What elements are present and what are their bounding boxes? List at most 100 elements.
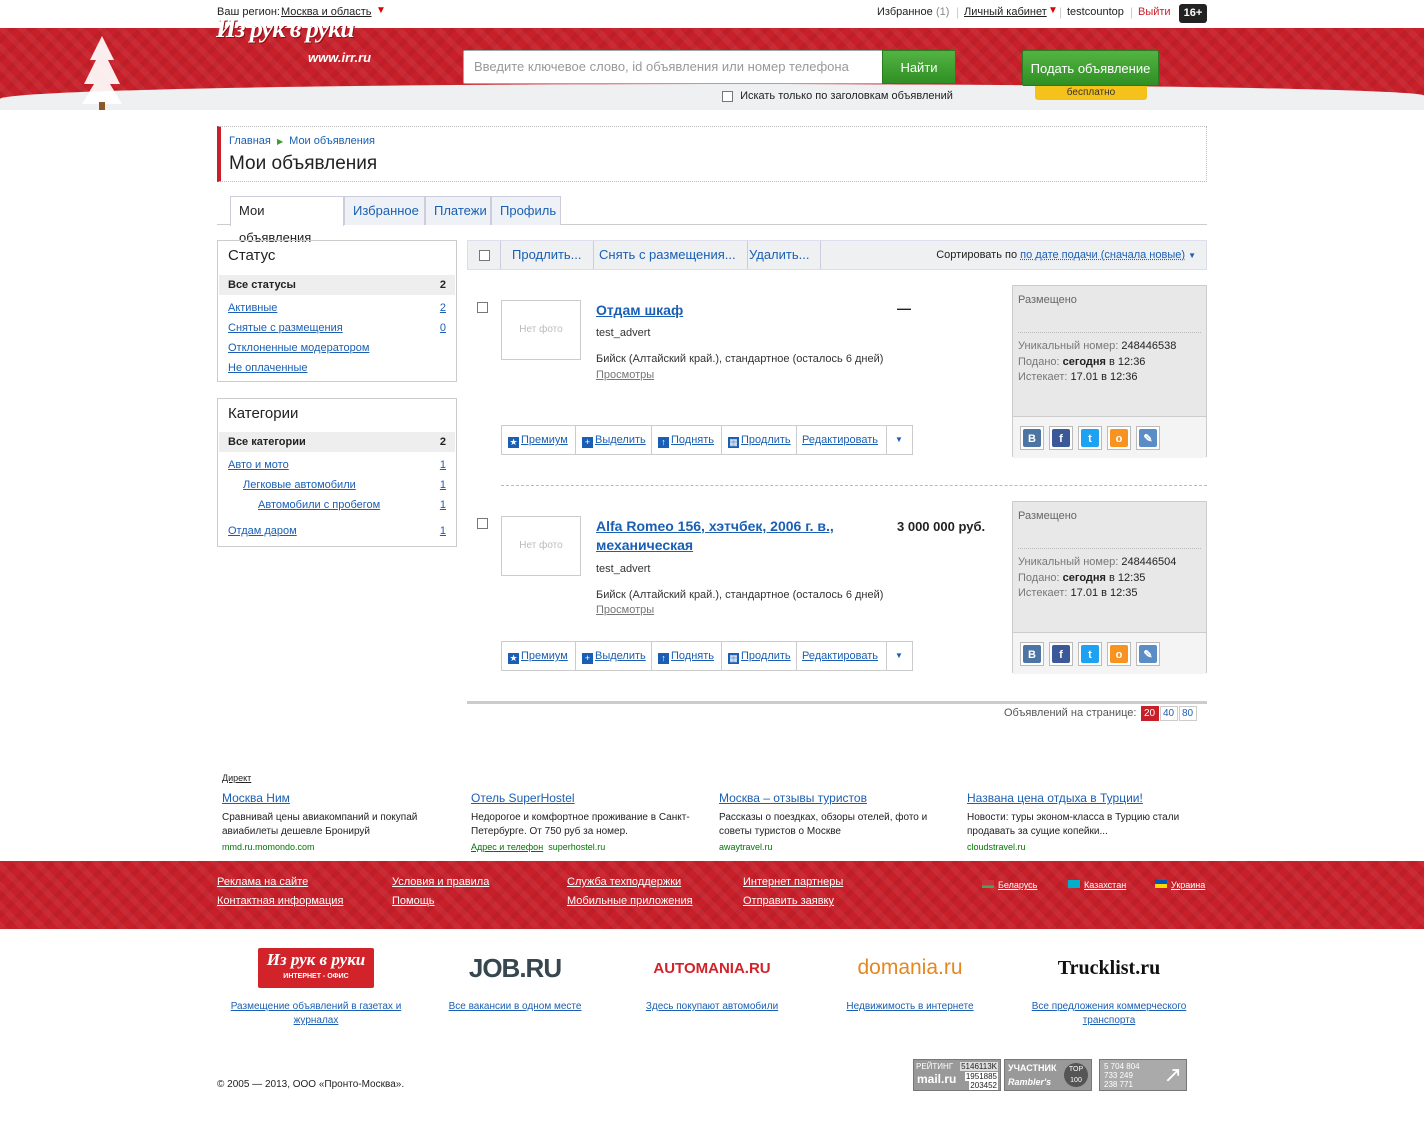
divider: | xyxy=(1130,5,1134,19)
ad-checkbox[interactable] xyxy=(477,516,488,530)
username[interactable]: testcountop xyxy=(1067,6,1124,18)
site-logo[interactable]: Из рук в руки www.irr.ru xyxy=(216,14,384,72)
partner-trucklist[interactable]: Trucklist.ru Все предложения коммерческо… xyxy=(1018,948,1200,1028)
livejournal-icon[interactable]: ✎ xyxy=(1136,642,1160,666)
footer-link[interactable]: Отправить заявку xyxy=(743,895,834,907)
edit-button[interactable]: Редактировать xyxy=(797,642,887,670)
titles-only-option[interactable]: Искать только по заголовкам объявлений xyxy=(722,90,953,102)
tab-bar: Мои объявления Избранное Платежи Профиль xyxy=(217,196,1207,245)
ad-views-link[interactable]: Просмотры xyxy=(596,369,654,381)
partner-automania[interactable]: AUTOMANIA.RU Здесь покупают автомобили xyxy=(636,948,788,1014)
raise-button[interactable]: ↑ Поднять xyxy=(652,642,722,670)
select-all[interactable] xyxy=(468,241,501,269)
mail-rating-counter[interactable]: РЕЙТИНГ mail.ru 5146113K 1951885 203452 xyxy=(913,1059,1001,1091)
status-item-unpaid[interactable]: Не оплаченные xyxy=(228,358,446,378)
favorites-link[interactable]: Избранное xyxy=(877,6,933,18)
rambler-top100-counter[interactable]: УЧАСТНИК Rambler's TOP 100 xyxy=(1004,1059,1092,1091)
more-dropdown-icon[interactable]: ▼ xyxy=(887,642,912,670)
cabinet-link[interactable]: Личный кабинет xyxy=(964,6,1047,18)
status-item-removed[interactable]: Снятые с размещения 0 xyxy=(228,318,446,338)
sort-control[interactable]: Сортировать по по дате подачи (сначала н… xyxy=(936,249,1196,261)
footer-link[interactable]: Контактная информация xyxy=(217,895,343,907)
find-button[interactable]: Найти xyxy=(882,50,956,84)
highlight-button[interactable]: + Выделить xyxy=(576,642,652,670)
ad-checkbox[interactable] xyxy=(477,300,488,314)
sort-dropdown[interactable]: по дате подачи (сначала новые) xyxy=(1020,249,1185,261)
raise-button[interactable]: ↑ Поднять xyxy=(652,426,722,454)
prolong-button[interactable]: Продлить... xyxy=(501,241,594,269)
top-bar: Ваш регион: Москва и область ▼ Избранное… xyxy=(0,0,1424,28)
tab-my-ads[interactable]: Мои объявления xyxy=(230,196,344,245)
per-page-20[interactable]: 20 xyxy=(1140,706,1159,721)
ad-toolbar: ★ Премиум + Выделить ↑ Поднять ▦ Продлить Ре… xyxy=(501,641,913,671)
footer-link[interactable]: Интернет партнеры xyxy=(743,876,843,888)
footer-link[interactable]: Реклама на сайте xyxy=(217,876,308,888)
livejournal-icon[interactable]: ✎ xyxy=(1136,426,1160,450)
premium-button[interactable]: ★ Премиум xyxy=(502,642,576,670)
premium-button[interactable]: ★ Премиум xyxy=(502,426,576,454)
direct-ad[interactable]: Москва – отзывы туристов Рассказы о поезд… xyxy=(719,791,949,852)
status-item-all[interactable]: Все статусы 2 xyxy=(219,275,455,295)
twitter-icon[interactable]: t xyxy=(1078,426,1102,450)
edit-button[interactable]: Редактировать xyxy=(797,426,887,454)
partner-irr[interactable]: Из рук в руки ИНТЕРНЕТ - ОФИС Размещение… xyxy=(222,948,410,1028)
vk-icon[interactable]: В xyxy=(1020,642,1044,666)
ad-title[interactable]: Alfa Romeo 156, хэтчбек, 2006 г. в., мех… xyxy=(596,517,861,555)
delete-button[interactable]: Удалить... xyxy=(738,241,822,269)
status-item-rejected[interactable]: Отклоненные модератором xyxy=(228,338,446,358)
triangle-down-icon[interactable]: ▼ xyxy=(1048,5,1058,16)
country-ukraine[interactable]: Украина xyxy=(1155,880,1205,890)
direct-ad[interactable]: Названа цена отдыха в Турции! Новости: ту… xyxy=(967,791,1197,852)
status-item-active[interactable]: Активные 2 xyxy=(228,298,446,318)
tab-profile[interactable]: Профиль xyxy=(491,196,561,225)
more-dropdown-icon[interactable]: ▼ xyxy=(887,426,912,454)
select-all-checkbox[interactable] xyxy=(478,250,490,262)
ad-photo-placeholder[interactable]: Нет фото xyxy=(501,516,581,576)
highlight-button[interactable]: + Выделить xyxy=(576,426,652,454)
per-page-80[interactable]: 80 xyxy=(1178,706,1197,721)
ad-uid: Уникальный номер: 248446538 xyxy=(1018,340,1177,352)
logout-link[interactable]: Выйти xyxy=(1138,6,1171,18)
tab-payments[interactable]: Платежи xyxy=(425,196,491,225)
facebook-icon[interactable]: f xyxy=(1049,426,1073,450)
category-item-all[interactable]: Все категории 2 xyxy=(219,432,455,452)
breadcrumb-home[interactable]: Главная xyxy=(229,135,271,147)
odnoklassniki-icon[interactable]: о xyxy=(1107,642,1131,666)
titles-only-checkbox[interactable] xyxy=(722,90,733,102)
country-kazakhstan[interactable]: Казахстан xyxy=(1068,880,1126,890)
facebook-icon[interactable]: f xyxy=(1049,642,1073,666)
vk-icon[interactable]: В xyxy=(1020,426,1044,450)
prolong-ad-button[interactable]: ▦ Продлить xyxy=(722,426,797,454)
partner-domania[interactable]: domania.ru Недвижимость в интернете xyxy=(834,948,986,1014)
search-input[interactable]: Введите ключевое слово, id объявления ил… xyxy=(463,50,883,84)
category-item-auto[interactable]: Авто и мото 1 xyxy=(228,455,446,475)
odnoklassniki-icon[interactable]: о xyxy=(1107,426,1131,450)
remove-button[interactable]: Снять с размещения... xyxy=(588,241,748,269)
direct-ad[interactable]: Отель SuperHostel Недорогое и комфортное … xyxy=(471,791,701,852)
chevron-down-icon[interactable]: ▼ xyxy=(1188,251,1196,260)
category-item-used-cars[interactable]: Автомобили с пробегом 1 xyxy=(258,495,446,515)
footer-link[interactable]: Мобильные приложения xyxy=(567,895,693,907)
category-item-cars[interactable]: Легковые автомобили 1 xyxy=(243,475,446,495)
footer-link[interactable]: Служба техподдержки xyxy=(567,876,681,888)
ad-user: test_advert xyxy=(596,327,651,339)
post-ad-button[interactable]: Подать объявление xyxy=(1022,50,1159,86)
twitter-icon[interactable]: t xyxy=(1078,642,1102,666)
category-item-free[interactable]: Отдам даром 1 xyxy=(228,521,446,541)
direct-label[interactable]: Директ xyxy=(222,773,251,783)
footer-link[interactable]: Условия и правила xyxy=(392,876,489,888)
ad-photo-placeholder[interactable]: Нет фото xyxy=(501,300,581,360)
footer-link[interactable]: Помощь xyxy=(392,895,435,907)
ad-title[interactable]: Отдам шкаф xyxy=(596,301,886,320)
liveinternet-counter[interactable]: 5 704 804 733 249 238 771 ↗ xyxy=(1099,1059,1187,1091)
ad-views-link[interactable]: Просмотры xyxy=(596,604,654,616)
country-belarus[interactable]: Беларусь xyxy=(982,880,1037,890)
per-page-40[interactable]: 40 xyxy=(1159,706,1178,721)
direct-ad[interactable]: Москва Ним Сравнивай цены авиакомпаний и … xyxy=(222,791,452,852)
copyright: © 2005 — 2013, ООО «Пронто-Москва». xyxy=(217,1079,405,1090)
prolong-ad-button[interactable]: ▦ Продлить xyxy=(722,642,797,670)
tab-favorites[interactable]: Избранное xyxy=(344,196,425,225)
breadcrumb-current[interactable]: Мои объявления xyxy=(289,135,375,147)
partner-job[interactable]: JOB.RU Все вакансии в одном месте xyxy=(440,948,590,1014)
plus-icon: + xyxy=(582,437,593,448)
